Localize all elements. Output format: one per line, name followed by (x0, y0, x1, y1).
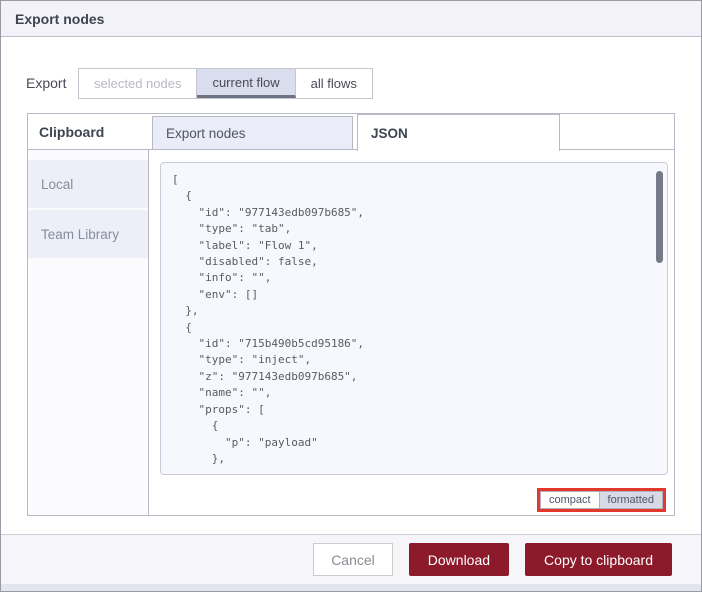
export-scope-current-flow-button[interactable]: current flow (197, 69, 296, 98)
dialog-button-bar: Cancel Download Copy to clipboard (1, 534, 701, 584)
tab-export-nodes[interactable]: Export nodes (152, 116, 353, 149)
dialog-bottom-edge (1, 584, 701, 591)
editor-scrollbar-thumb[interactable] (656, 171, 663, 263)
json-editor[interactable]: [ { "id": "977143edb097b685", "type": "t… (160, 162, 668, 475)
export-scope-selected-nodes-button[interactable]: selected nodes (79, 69, 198, 98)
json-preview-area: [ { "id": "977143edb097b685", "type": "t… (149, 150, 674, 515)
sidebar-item-local[interactable]: Local (28, 160, 148, 208)
dialog-titlebar: Export nodes (1, 1, 701, 37)
library-sidebar: Local Team Library (28, 150, 149, 515)
format-formatted-button[interactable]: formatted (599, 491, 663, 509)
download-button[interactable]: Download (408, 543, 510, 576)
library-tabbar: Clipboard Export nodes JSON (28, 114, 674, 151)
library-panel: Clipboard Export nodes JSON Local Team L… (27, 113, 675, 516)
cancel-button[interactable]: Cancel (313, 543, 393, 576)
export-scope-group: selected nodes current flow all flows (78, 68, 373, 99)
format-toggle-highlight-box: compact formatted (536, 488, 666, 512)
export-scope-label: Export (26, 75, 67, 91)
format-compact-button[interactable]: compact (539, 491, 600, 509)
library-body: Local Team Library [ { "id": "977143edb0… (28, 150, 674, 515)
tab-json[interactable]: JSON (357, 114, 560, 151)
tab-export-nodes-label: Export nodes (166, 125, 246, 141)
sidebar-item-team-library[interactable]: Team Library (28, 210, 148, 258)
export-nodes-dialog: Export nodes Export selected nodes curre… (0, 0, 702, 592)
dialog-title: Export nodes (15, 10, 105, 27)
tab-json-label: JSON (371, 125, 408, 141)
tab-clipboard[interactable]: Clipboard (39, 124, 104, 140)
copy-to-clipboard-button[interactable]: Copy to clipboard (525, 543, 672, 576)
sidebar-item-local-label: Local (41, 176, 74, 192)
json-editor-content[interactable]: [ { "id": "977143edb097b685", "type": "t… (172, 172, 656, 467)
export-scope-all-flows-button[interactable]: all flows (295, 69, 372, 98)
sidebar-item-team-library-label: Team Library (41, 226, 120, 242)
